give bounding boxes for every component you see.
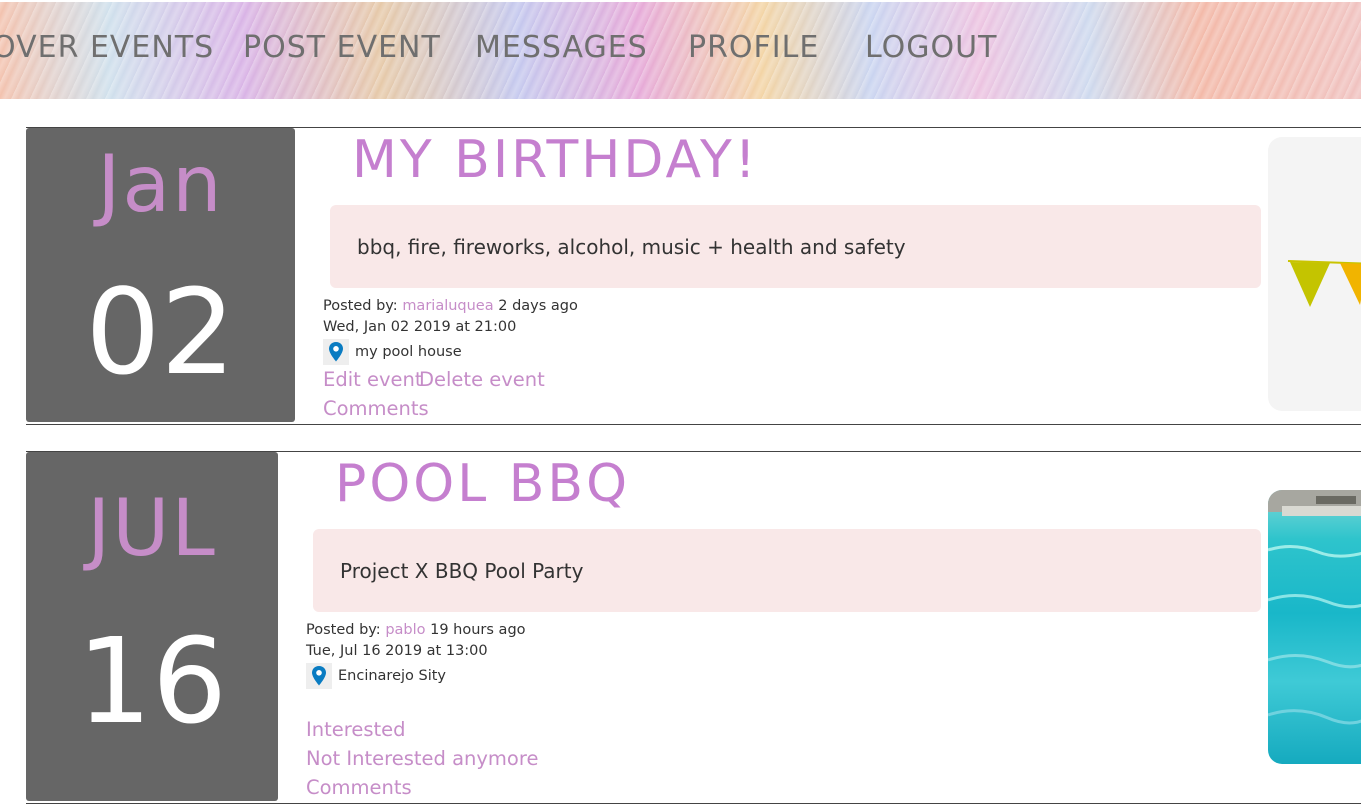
delete-event-link[interactable]: Delete event [419, 368, 545, 391]
comments-link[interactable]: Comments [323, 397, 429, 420]
nav-logout[interactable]: Logout [865, 30, 997, 65]
location-pin-icon [306, 663, 332, 689]
event-day: 16 [76, 612, 228, 750]
event-description-box: bbq, fire, fireworks, alcohol, music + h… [330, 205, 1261, 288]
event-card: JUL 16 POOL BBQ Project X BBQ Pool Party… [26, 451, 1361, 804]
event-datetime: Tue, Jul 16 2019 at 13:00 [306, 643, 488, 659]
event-posted-line: Posted by: marialuquea 2 days ago [323, 296, 578, 317]
nav-messages[interactable]: Messages [475, 30, 648, 65]
event-description: bbq, fire, fireworks, alcohol, music + h… [357, 235, 906, 259]
event-location: Encinarejo Sity [338, 668, 446, 684]
event-location-line: my pool house [323, 339, 578, 365]
event-meta: Posted by: pablo 19 hours ago Tue, Jul 1… [306, 620, 526, 689]
not-interested-link[interactable]: Not Interested anymore [306, 747, 538, 770]
event-title[interactable]: MY BIRTHDAY! [352, 130, 759, 190]
event-location: my pool house [355, 344, 462, 360]
event-title[interactable]: POOL BBQ [335, 454, 630, 514]
event-description: Project X BBQ Pool Party [340, 559, 584, 583]
posted-ago: 2 days ago [498, 298, 578, 314]
event-day: 02 [85, 263, 236, 401]
edit-event-link[interactable]: Edit event [323, 368, 423, 391]
nav-discover-events[interactable]: over Events [0, 30, 214, 65]
event-meta: Posted by: marialuquea 2 days ago Wed, J… [323, 296, 578, 365]
event-date-box: Jan 02 [26, 128, 295, 422]
nav-post-event[interactable]: Post Event [243, 30, 441, 65]
posted-by-label: Posted by: [323, 298, 398, 314]
event-month: Jan [97, 140, 224, 230]
posted-by-label: Posted by: [306, 622, 381, 638]
event-author-link[interactable]: pablo [385, 622, 425, 638]
comments-link[interactable]: Comments [306, 776, 412, 799]
interested-link[interactable]: Interested [306, 718, 406, 741]
posted-ago: 19 hours ago [430, 622, 526, 638]
event-author-link[interactable]: marialuquea [402, 298, 493, 314]
event-posted-line: Posted by: pablo 19 hours ago [306, 620, 526, 641]
event-location-line: Encinarejo Sity [306, 663, 526, 689]
event-datetime: Wed, Jan 02 2019 at 21:00 [323, 319, 517, 335]
event-description-box: Project X BBQ Pool Party [313, 529, 1261, 612]
event-month: JUL [87, 484, 217, 574]
nav-profile[interactable]: Profile [688, 30, 819, 65]
pool-image[interactable] [1268, 490, 1361, 764]
event-date-box: JUL 16 [26, 452, 278, 801]
event-card: Jan 02 MY BIRTHDAY! bbq, fire, fireworks… [26, 127, 1361, 425]
location-pin-icon [323, 339, 349, 365]
header-banner: over Events Post Event Messages Profile … [0, 2, 1361, 99]
bunting-image[interactable] [1268, 137, 1361, 411]
